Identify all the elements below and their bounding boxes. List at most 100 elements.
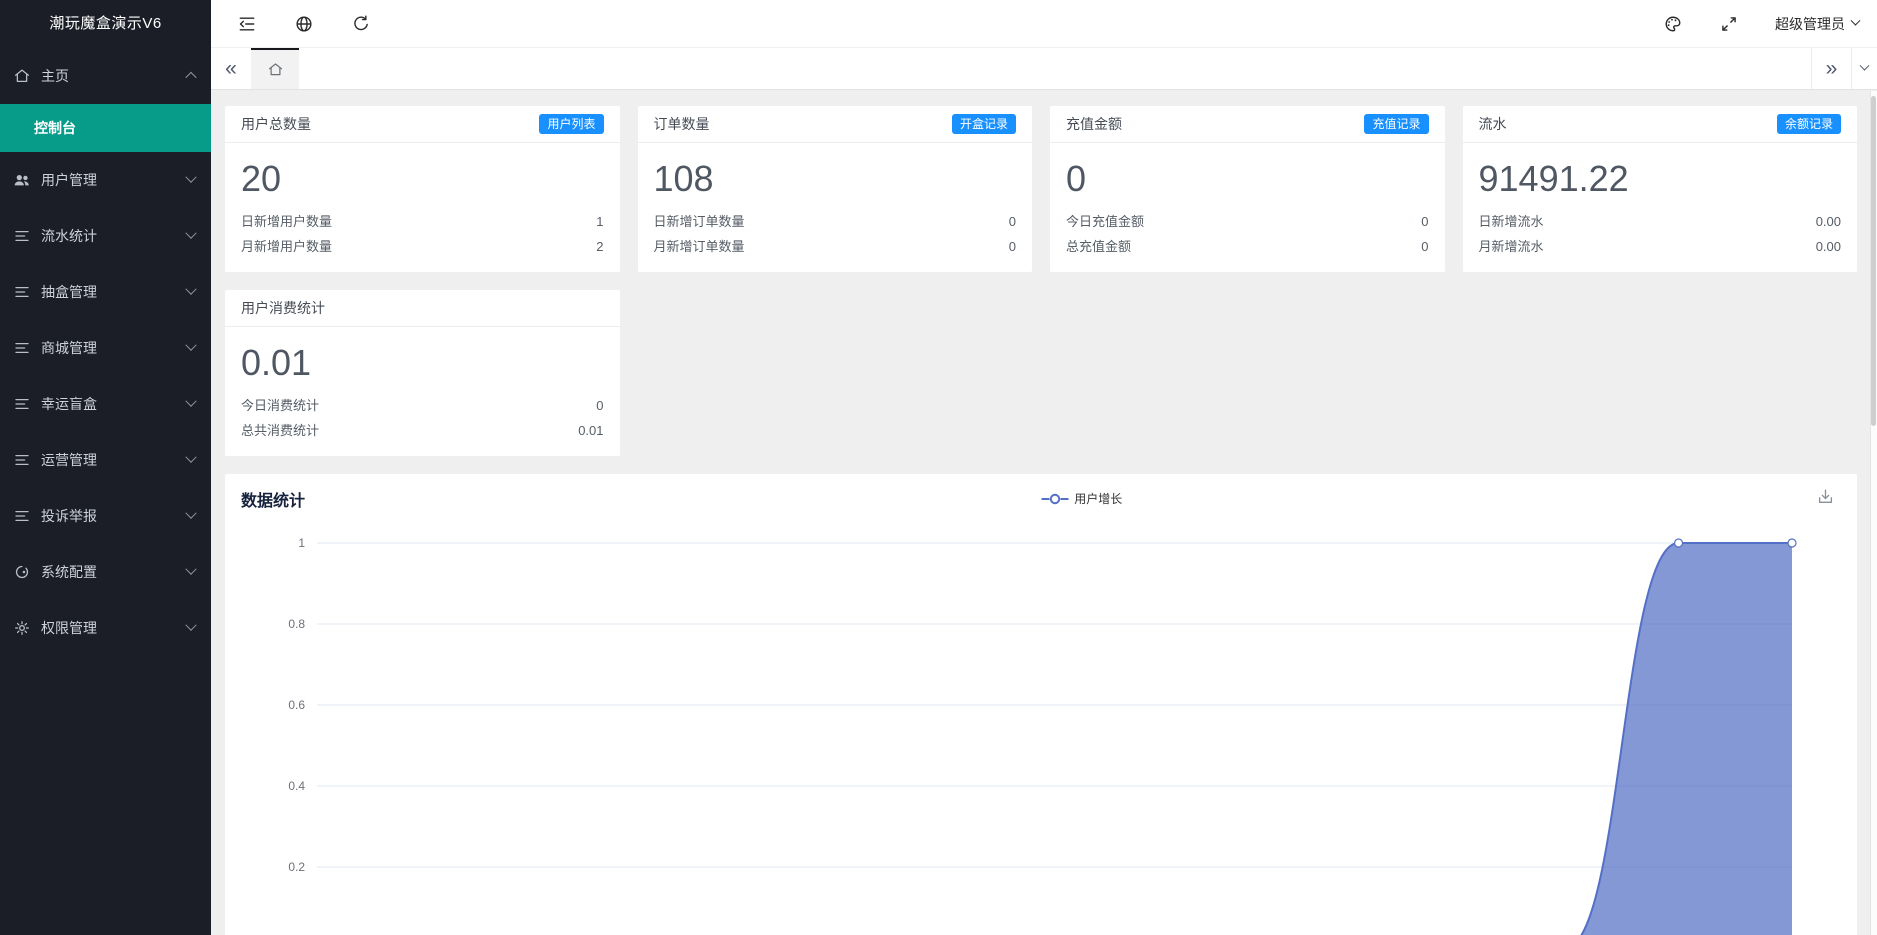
stat-card-row: 总共消费统计 0.01 xyxy=(241,418,604,443)
tabs-scroll-left-button[interactable]: « xyxy=(211,48,251,89)
sidebar-item-label: 权限管理 xyxy=(41,618,187,638)
stat-card: 用户消费统计 0.01 今日消费统计 0总共消费统计 0.01 xyxy=(225,290,620,456)
sidebar-item[interactable]: 投诉举报 xyxy=(0,488,211,544)
stat-card-row: 月新增用户数量 2 xyxy=(241,234,604,259)
chevron-down-icon xyxy=(185,228,196,239)
sidebar-item[interactable]: 运营管理 xyxy=(0,432,211,488)
user-menu[interactable]: 超级管理员 xyxy=(1775,14,1859,34)
stat-card: 流水余额记录91491.22日新增流水0.00月新增流水0.00 xyxy=(1463,106,1858,272)
stat-card-value: 0 xyxy=(1066,158,1429,200)
main-area: 超级管理员 « » 用户总数量用户列表20日新增用户数量1月新增用户数量2订单数… xyxy=(211,0,1877,935)
fullscreen-icon[interactable] xyxy=(1719,14,1739,34)
home-icon xyxy=(267,61,284,78)
scrollbar-thumb[interactable] xyxy=(1871,96,1876,426)
home-icon xyxy=(13,67,31,85)
stat-card: 订单数量开盒记录108日新增订单数量0月新增订单数量0 xyxy=(638,106,1033,272)
stat-row-label: 总共消费统计 xyxy=(241,418,319,443)
tabs-scroll-right-button[interactable]: » xyxy=(1811,48,1851,89)
stat-card-row: 今日充值金额0 xyxy=(1066,209,1429,234)
palette-icon[interactable] xyxy=(1663,14,1683,34)
chevron-down-icon xyxy=(185,508,196,519)
sidebar-item[interactable]: 系统配置 xyxy=(0,544,211,600)
sidebar-item[interactable]: 用户管理 xyxy=(0,152,211,208)
stat-row-value: 1 xyxy=(596,209,603,234)
user-name: 超级管理员 xyxy=(1775,14,1845,34)
tab-home[interactable] xyxy=(251,48,299,89)
stat-card-value: 108 xyxy=(654,158,1017,200)
tabs-options-button[interactable] xyxy=(1851,48,1877,89)
stat-card-title: 用户消费统计 xyxy=(241,298,325,318)
list-icon xyxy=(13,339,31,357)
stat-row-label: 日新增用户数量 xyxy=(241,209,332,234)
stat-row-label: 月新增流水 xyxy=(1479,234,1544,259)
sidebar-item-label: 流水统计 xyxy=(41,226,187,246)
stat-card-row: 日新增用户数量 1 xyxy=(241,209,604,234)
chevron-up-icon xyxy=(185,72,196,83)
users-icon xyxy=(13,171,31,189)
svg-text:1: 1 xyxy=(298,536,305,550)
stat-row-label: 月新增订单数量 xyxy=(654,234,745,259)
chevron-down-icon xyxy=(185,620,196,631)
sidebar-item[interactable]: 幸运盲盒 xyxy=(0,376,211,432)
refresh-icon[interactable] xyxy=(351,14,371,34)
legend-line-marker-icon xyxy=(1041,493,1068,505)
chart-legend-item[interactable]: 用户增长 xyxy=(1041,490,1122,507)
tab-bar: « » xyxy=(211,48,1877,90)
settings-circle-icon xyxy=(13,563,31,581)
stat-card-header: 充值金额 充值记录 xyxy=(1050,106,1445,143)
gear-icon xyxy=(13,619,31,637)
list-icon xyxy=(13,227,31,245)
svg-text:0.4: 0.4 xyxy=(288,779,305,793)
sidebar-item[interactable]: 主页 xyxy=(0,48,211,104)
sidebar-subitem[interactable]: 控制台 xyxy=(0,104,211,152)
stat-card-row: 日新增订单数量0 xyxy=(654,209,1017,234)
stat-card-badge[interactable]: 充值记录 xyxy=(1364,114,1428,134)
stat-card-header: 用户总数量用户列表 xyxy=(225,106,620,143)
list-icon xyxy=(13,283,31,301)
stat-card-header: 订单数量 开盒记录 xyxy=(638,106,1033,143)
menu-fold-icon[interactable] xyxy=(237,14,257,34)
svg-text:0.6: 0.6 xyxy=(288,698,305,712)
stat-row-value: 0 xyxy=(596,393,603,418)
sidebar-item-label: 投诉举报 xyxy=(41,506,187,526)
svg-text:0.2: 0.2 xyxy=(288,860,305,874)
stat-cards: 用户总数量用户列表 2 0 日新增用户数量 1月新增用户数量 2 订单数量 开盒记录 108 日新… xyxy=(225,106,1857,456)
area-chart: 00.20.40.60.81 xyxy=(225,474,1857,935)
stat-row-value: 0.01 xyxy=(578,418,603,443)
stat-card-body: 0.01 今日消费统计 0总共消费统计 0.01 xyxy=(225,327,620,456)
app-title: 潮玩魔盒演示V6 xyxy=(0,0,211,48)
stat-row-label: 月新增用户数量 xyxy=(241,234,332,259)
stat-card-row: 月新增订单数量0 xyxy=(654,234,1017,259)
sidebar-item-label: 抽盒管理 xyxy=(41,282,187,302)
sidebar-item-label: 主页 xyxy=(41,66,187,86)
chevron-down-icon xyxy=(185,452,196,463)
globe-icon[interactable] xyxy=(294,14,314,34)
stat-row-value: 2 xyxy=(596,234,603,259)
sidebar-menu: 主页控制台用户管理流水统计抽盒管理商城管理幸运盲盒运营管理投诉举报系统配置权限管… xyxy=(0,48,211,656)
stat-card-badge[interactable]: 开盒记录 xyxy=(952,114,1016,134)
stat-row-value: 0.00 xyxy=(1816,234,1841,259)
sidebar-item-label: 幸运盲盒 xyxy=(41,394,187,414)
sidebar-item[interactable]: 流水统计 xyxy=(0,208,211,264)
stat-card-header: 用户消费统计 xyxy=(225,290,620,327)
sidebar-item[interactable]: 抽盒管理 xyxy=(0,264,211,320)
content-area: 用户总数量用户列表20日新增用户数量1月新增用户数量2订单数量开盒记录108日新… xyxy=(211,91,1877,935)
stat-card-title: 订单数量 xyxy=(654,114,710,134)
sidebar-item[interactable]: 商城管理 xyxy=(0,320,211,376)
sidebar-item-label: 商城管理 xyxy=(41,338,187,358)
stat-row-value: 0 xyxy=(1009,209,1016,234)
sidebar-item[interactable]: 权限管理 xyxy=(0,600,211,656)
sidebar-item-label: 系统配置 xyxy=(41,562,187,582)
stat-card-body: 108日新增订单数量0月新增订单数量0 xyxy=(638,143,1033,272)
stat-card-badge[interactable]: 余额记录 xyxy=(1777,114,1841,134)
stat-card-badge[interactable]: 用户列表 xyxy=(539,114,603,134)
chart-title: 数据统计 xyxy=(241,487,305,511)
chevron-down-icon xyxy=(185,284,196,295)
download-icon[interactable] xyxy=(1816,487,1835,506)
stat-row-label: 今日消费统计 xyxy=(241,393,319,418)
stat-card-title: 充值金额 xyxy=(1066,114,1122,134)
stat-row-label: 今日充值金额 xyxy=(1066,209,1144,234)
scrollbar-track[interactable] xyxy=(1870,91,1877,935)
chevron-down-icon xyxy=(185,172,196,183)
stat-card-body: 91491.22日新增流水0.00月新增流水0.00 xyxy=(1463,143,1858,272)
